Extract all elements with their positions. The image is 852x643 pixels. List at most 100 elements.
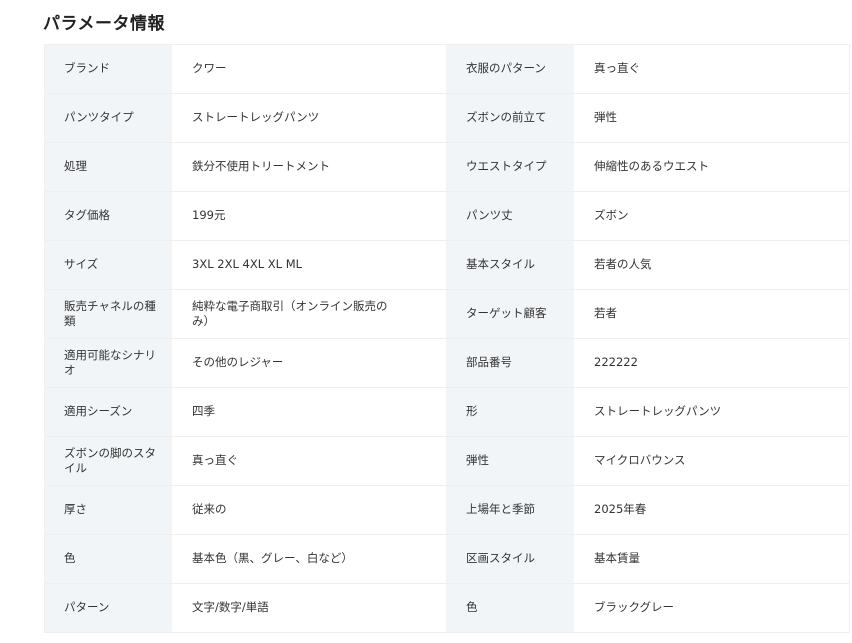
param-key: 部品番号 bbox=[446, 338, 574, 388]
param-value-text: クワー bbox=[192, 60, 227, 75]
param-key-text: 形 bbox=[466, 404, 478, 418]
param-key-text: ズボンの前立て bbox=[466, 110, 547, 124]
param-key: 厚さ bbox=[44, 485, 172, 535]
table-row: 販売チャネルの種類 純粋な電子商取引（オンライン販売のみ） ターゲット顧客 若者 bbox=[44, 289, 850, 339]
param-value-text: ストレートレッグパンツ bbox=[192, 110, 320, 124]
param-key: 適用シーズン bbox=[44, 387, 172, 437]
param-key-text: ウエストタイプ bbox=[466, 159, 547, 173]
param-key-text: パンツタイプ bbox=[64, 110, 134, 124]
param-value-text: 199元 bbox=[192, 208, 226, 222]
param-key: ターゲット顧客 bbox=[446, 289, 574, 339]
param-value: 純粋な電子商取引（オンライン販売のみ） bbox=[172, 289, 446, 339]
table-row: サイズ 3XL 2XL 4XL XL ML 基本スタイル 若者の人気 bbox=[44, 240, 850, 290]
param-value-text: 鉄分不使用トリートメント bbox=[192, 159, 330, 173]
param-value-text: 2025年春 bbox=[594, 502, 647, 516]
param-value: 2025年春 bbox=[574, 485, 850, 535]
param-value: 鉄分不使用トリートメント bbox=[172, 142, 446, 192]
param-value-text: ズボン bbox=[594, 208, 629, 222]
param-key-text: 処理 bbox=[64, 159, 87, 173]
param-key-text: 衣服のパターン bbox=[466, 60, 546, 75]
param-key: 基本スタイル bbox=[446, 240, 574, 290]
param-value: 四季 bbox=[172, 387, 446, 437]
param-key: 色 bbox=[44, 534, 172, 584]
param-key: ブランド bbox=[44, 44, 172, 94]
param-value-text: ブラックグレー bbox=[594, 600, 675, 615]
param-value: 文字/数字/単語 bbox=[172, 583, 446, 632]
table-row: タグ価格 199元 パンツ丈 ズボン bbox=[44, 191, 850, 241]
param-value: 基本色（黒、グレー、白など） bbox=[172, 534, 446, 584]
param-value: その他のレジャー bbox=[172, 338, 446, 388]
param-value-text: 伸縮性のあるウエスト bbox=[594, 159, 709, 173]
param-key-text: 色 bbox=[466, 600, 478, 615]
param-value: ズボン bbox=[574, 191, 850, 241]
param-key: 形 bbox=[446, 387, 574, 437]
param-key: タグ価格 bbox=[44, 191, 172, 241]
param-value-text: 222222 bbox=[594, 355, 638, 369]
param-value: 真っ直ぐ bbox=[172, 436, 446, 486]
param-key: ウエストタイプ bbox=[446, 142, 574, 192]
param-key: 衣服のパターン bbox=[446, 44, 574, 94]
param-key-text: 区画スタイル bbox=[466, 551, 535, 565]
table-row: ブランド クワー 衣服のパターン 真っ直ぐ bbox=[44, 44, 850, 94]
table-row: ズボンの脚のスタイル 真っ直ぐ 弾性 マイクロバウンス bbox=[44, 436, 850, 486]
param-value-text: 真っ直ぐ bbox=[594, 60, 640, 75]
param-key: パンツタイプ bbox=[44, 93, 172, 143]
param-value-text: 文字/数字/単語 bbox=[192, 600, 269, 615]
param-key-text: 適用可能なシナリオ bbox=[64, 347, 156, 377]
param-key: サイズ bbox=[44, 240, 172, 290]
param-key-text: ブランド bbox=[64, 60, 110, 75]
param-key: パターン bbox=[44, 583, 172, 632]
param-value-text: 若者の人気 bbox=[594, 257, 652, 271]
table-row: 適用シーズン 四季 形 ストレートレッグパンツ bbox=[44, 387, 850, 437]
param-value-text: ストレートレッグパンツ bbox=[594, 404, 722, 418]
param-key-text: パターン bbox=[64, 600, 110, 615]
param-key-text: サイズ bbox=[64, 257, 99, 271]
param-value-text: 弾性 bbox=[594, 110, 617, 124]
param-value: 222222 bbox=[574, 338, 850, 388]
table-row: 色 基本色（黒、グレー、白など） 区画スタイル 基本賃量 bbox=[44, 534, 850, 584]
table-row: 処理 鉄分不使用トリートメント ウエストタイプ 伸縮性のあるウエスト bbox=[44, 142, 850, 192]
param-key-text: 基本スタイル bbox=[466, 257, 535, 271]
param-value-text: 3XL 2XL 4XL XL ML bbox=[192, 257, 303, 271]
param-key: 適用可能なシナリオ bbox=[44, 338, 172, 388]
param-value-text: 基本賃量 bbox=[594, 551, 640, 565]
param-value: クワー bbox=[172, 44, 446, 94]
param-key-text: 部品番号 bbox=[466, 355, 512, 369]
param-value: ストレートレッグパンツ bbox=[574, 387, 850, 437]
param-value-text: 従来の bbox=[192, 502, 227, 516]
param-key: 販売チャネルの種類 bbox=[44, 289, 172, 339]
page-title: パラメータ情報 bbox=[43, 14, 165, 34]
param-key-text: タグ価格 bbox=[64, 208, 110, 222]
table-row: パターン 文字/数字/単語 色 ブラックグレー bbox=[44, 583, 850, 632]
param-key: ズボンの前立て bbox=[446, 93, 574, 143]
param-key-text: 上場年と季節 bbox=[466, 502, 535, 516]
param-key: 色 bbox=[446, 583, 574, 632]
param-value: 弾性 bbox=[574, 93, 850, 143]
param-key: 区画スタイル bbox=[446, 534, 574, 584]
param-value-text: 真っ直ぐ bbox=[192, 453, 238, 467]
param-key-text: パンツ丈 bbox=[466, 208, 513, 222]
param-key: 処理 bbox=[44, 142, 172, 192]
param-key-text: 適用シーズン bbox=[64, 404, 133, 418]
table-row: パンツタイプ ストレートレッグパンツ ズボンの前立て 弾性 bbox=[44, 93, 850, 143]
param-value: 伸縮性のあるウエスト bbox=[574, 142, 850, 192]
param-key-text: 販売チャネルの種類 bbox=[64, 298, 156, 328]
param-value: ストレートレッグパンツ bbox=[172, 93, 446, 143]
param-value-text: マイクロバウンス bbox=[594, 453, 686, 467]
param-key-text: ターゲット顧客 bbox=[466, 306, 547, 320]
param-value: 若者の人気 bbox=[574, 240, 850, 290]
param-value: 真っ直ぐ bbox=[574, 44, 850, 94]
param-value: マイクロバウンス bbox=[574, 436, 850, 486]
param-key: ズボンの脚のスタイル bbox=[44, 436, 172, 486]
param-value: 3XL 2XL 4XL XL ML bbox=[172, 240, 446, 290]
param-key: 上場年と季節 bbox=[446, 485, 574, 535]
param-value: 基本賃量 bbox=[574, 534, 850, 584]
parameter-table-body: ブランド クワー 衣服のパターン 真っ直ぐ パンツタイプ ストレートレッグパンツ ズボンの前… bbox=[44, 44, 850, 632]
param-key: パンツ丈 bbox=[446, 191, 574, 241]
table-row: 厚さ 従来の 上場年と季節 2025年春 bbox=[44, 485, 850, 535]
param-value-text: その他のレジャー bbox=[192, 355, 284, 369]
param-key-text: ズボンの脚のスタイル bbox=[64, 445, 156, 475]
param-key: 弾性 bbox=[446, 436, 574, 486]
param-value: 従来の bbox=[172, 485, 446, 535]
param-key-text: 色 bbox=[64, 551, 76, 565]
